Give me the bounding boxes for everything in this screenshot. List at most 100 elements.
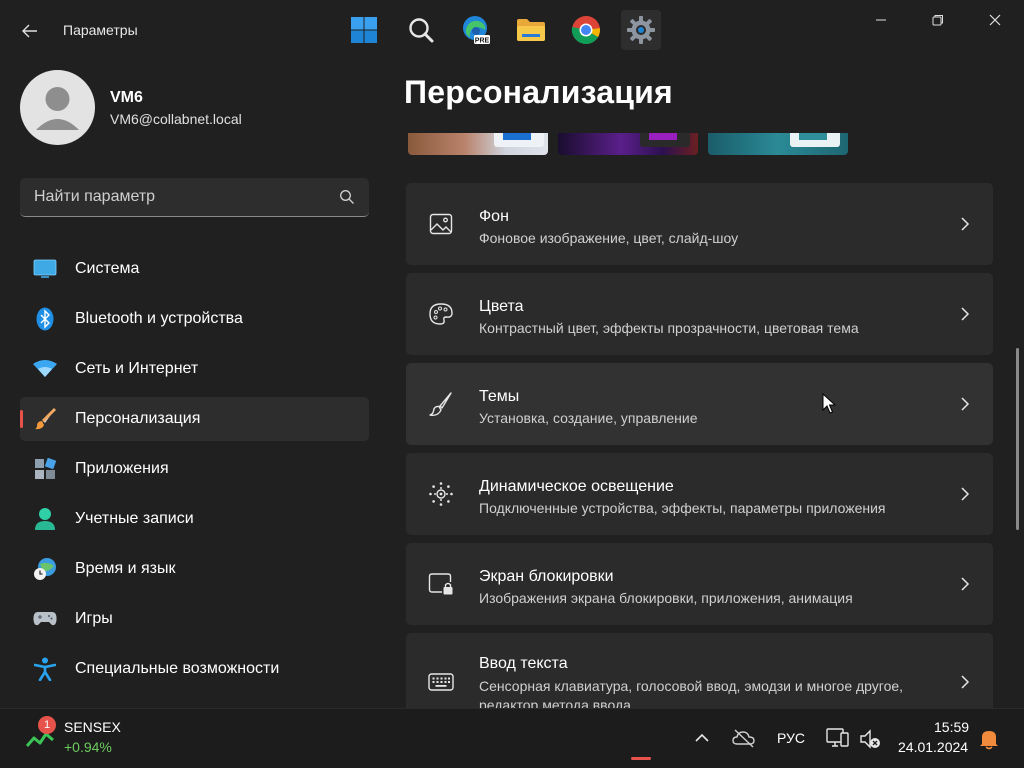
sidebar-item-label: Сеть и Интернет xyxy=(75,360,199,377)
card-title: Экран блокировки xyxy=(479,568,614,585)
start-button[interactable] xyxy=(344,10,384,50)
network-monitor-icon[interactable] xyxy=(826,727,850,749)
restore-icon xyxy=(932,15,943,26)
sidebar-item-gaming[interactable]: Игры xyxy=(20,597,369,641)
profile-email: VM6@collabnet.local xyxy=(110,111,242,127)
account-icon xyxy=(33,508,57,530)
taskbar-settings-button[interactable] xyxy=(621,10,661,50)
svg-text:PRE: PRE xyxy=(475,38,490,45)
taskbar-search-button[interactable] xyxy=(401,10,441,50)
onedrive-offline-icon[interactable] xyxy=(732,728,756,748)
keyboard-icon xyxy=(428,669,454,695)
image-icon xyxy=(428,211,454,237)
sidebar-item-bluetooth[interactable]: Bluetooth и устройства xyxy=(20,297,369,341)
volume-muted-icon[interactable] xyxy=(859,728,881,750)
taskbar-explorer-button[interactable] xyxy=(511,10,551,50)
system-icon xyxy=(33,258,57,280)
card-text-input[interactable]: Ввод текста Сенсорная клавиатура, голосо… xyxy=(406,633,993,708)
gamepad-icon xyxy=(33,608,57,630)
card-title: Ввод текста xyxy=(479,655,568,672)
time-language-icon xyxy=(33,558,57,580)
card-title: Темы xyxy=(479,388,520,405)
theme-thumbnail[interactable] xyxy=(558,133,698,155)
card-background[interactable]: Фон Фоновое изображение, цвет, слайд-шоу xyxy=(406,183,993,265)
card-colors[interactable]: Цвета Контрастный цвет, эффекты прозрачн… xyxy=(406,273,993,355)
accessibility-icon xyxy=(33,657,57,681)
sidebar-item-label: Система xyxy=(75,260,140,277)
brush-icon xyxy=(33,407,57,430)
sidebar-item-label: Приложения xyxy=(75,460,169,477)
minimize-icon xyxy=(876,19,886,21)
windows-logo-icon xyxy=(351,17,377,43)
chevron-right-icon xyxy=(961,397,970,411)
sidebar-item-system[interactable]: Система xyxy=(20,247,369,291)
card-subtitle: Установка, создание, управление xyxy=(479,410,698,426)
restore-button[interactable] xyxy=(909,0,967,40)
taskbar-edge-button[interactable]: PRE xyxy=(456,10,496,50)
apps-icon xyxy=(33,458,57,480)
active-app-indicator xyxy=(631,757,651,760)
chevron-right-icon xyxy=(961,307,970,321)
sidebar-item-label: Время и язык xyxy=(75,560,176,577)
bluetooth-icon xyxy=(33,307,57,331)
card-title: Динамическое освещение xyxy=(479,478,674,495)
sidebar-item-apps[interactable]: Приложения xyxy=(20,447,369,491)
card-dynamic-lighting[interactable]: Динамическое освещение Подключенные устр… xyxy=(406,453,993,535)
theme-thumbnail[interactable] xyxy=(408,133,548,155)
sidebar-item-label: Учетные записи xyxy=(75,510,194,527)
user-icon xyxy=(36,87,79,130)
sidebar-item-label: Персонализация xyxy=(75,410,201,427)
lighting-icon xyxy=(428,481,454,507)
notification-badge: 1 xyxy=(38,716,56,734)
chevron-up-icon[interactable] xyxy=(694,731,710,745)
clock-date[interactable]: 24.01.2024 xyxy=(898,739,968,755)
sidebar-item-time-language[interactable]: Время и язык xyxy=(20,547,369,591)
gear-icon xyxy=(627,16,655,44)
scrollbar[interactable] xyxy=(1016,348,1019,530)
theme-thumbnail[interactable] xyxy=(708,133,848,155)
chevron-right-icon xyxy=(961,487,970,501)
card-themes[interactable]: Темы Установка, создание, управление xyxy=(406,363,993,445)
back-arrow-icon xyxy=(22,24,37,38)
chrome-browser-icon xyxy=(571,16,600,45)
card-subtitle: Контрастный цвет, эффекты прозрачности, … xyxy=(479,320,859,336)
sidebar-item-label: Игры xyxy=(75,610,113,627)
theme-preview-window xyxy=(790,133,840,147)
sidebar-item-accessibility[interactable]: Специальные возможности xyxy=(20,647,369,691)
taskbar-chrome-button[interactable] xyxy=(566,10,606,50)
theme-preview-window xyxy=(640,133,690,147)
card-title: Цвета xyxy=(479,298,524,315)
search-box xyxy=(20,178,369,217)
minimize-button[interactable] xyxy=(852,0,910,40)
sidebar-item-personalization[interactable]: Персонализация xyxy=(20,397,369,441)
search-input[interactable] xyxy=(20,178,330,216)
card-subtitle: Подключенные устройства, эффекты, параме… xyxy=(479,500,886,516)
mouse-cursor-icon xyxy=(822,393,836,414)
profile-name: VM6 xyxy=(110,89,143,106)
close-button[interactable] xyxy=(966,0,1024,40)
chevron-right-icon xyxy=(961,675,970,689)
clock-time[interactable]: 15:59 xyxy=(934,719,969,735)
page-title: Персонализация xyxy=(404,74,673,110)
edge-browser-icon: PRE xyxy=(463,16,490,45)
sidebar-item-network[interactable]: Сеть и Интернет xyxy=(20,347,369,391)
avatar[interactable] xyxy=(20,70,95,145)
back-button[interactable] xyxy=(14,16,46,46)
wifi-icon xyxy=(33,358,57,380)
search-icon[interactable] xyxy=(339,189,355,205)
chevron-right-icon xyxy=(961,577,970,591)
palette-icon xyxy=(428,301,454,327)
card-title: Фон xyxy=(479,208,509,225)
card-lock-screen[interactable]: Экран блокировки Изображения экрана блок… xyxy=(406,543,993,625)
sidebar-item-accounts[interactable]: Учетные записи xyxy=(20,497,369,541)
card-subtitle: Фоновое изображение, цвет, слайд-шоу xyxy=(479,230,739,246)
language-indicator[interactable]: РУС xyxy=(777,730,805,746)
notification-bell-icon[interactable] xyxy=(979,728,999,750)
search-icon xyxy=(409,18,434,43)
card-subtitle: Изображения экрана блокировки, приложени… xyxy=(479,590,853,606)
lock-screen-icon xyxy=(428,571,454,597)
sidebar-item-label: Специальные возможности xyxy=(75,660,280,677)
card-subtitle: Сенсорная клавиатура, голосовой ввод, эм… xyxy=(479,678,904,708)
widget-stock-value[interactable]: +0.94% xyxy=(64,739,112,755)
widget-stock-name[interactable]: SENSEX xyxy=(64,719,121,735)
